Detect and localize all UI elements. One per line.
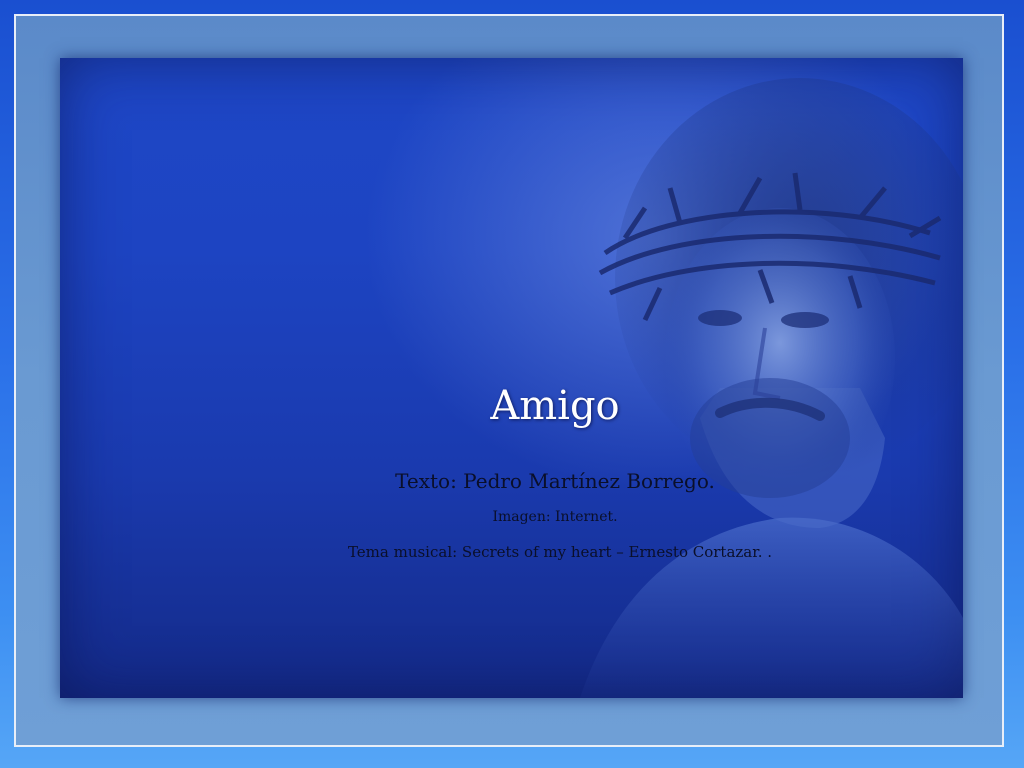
image-credit: Imagen: Internet. xyxy=(492,509,618,525)
music-credit: Tema musical: Secrets of my heart – Erne… xyxy=(347,543,773,561)
slide-text-block: Amigo Texto: Pedro Martínez Borrego. Ima… xyxy=(0,0,1024,768)
author-credit: Texto: Pedro Martínez Borrego. xyxy=(395,469,715,493)
slide-title: Amigo xyxy=(490,383,620,429)
